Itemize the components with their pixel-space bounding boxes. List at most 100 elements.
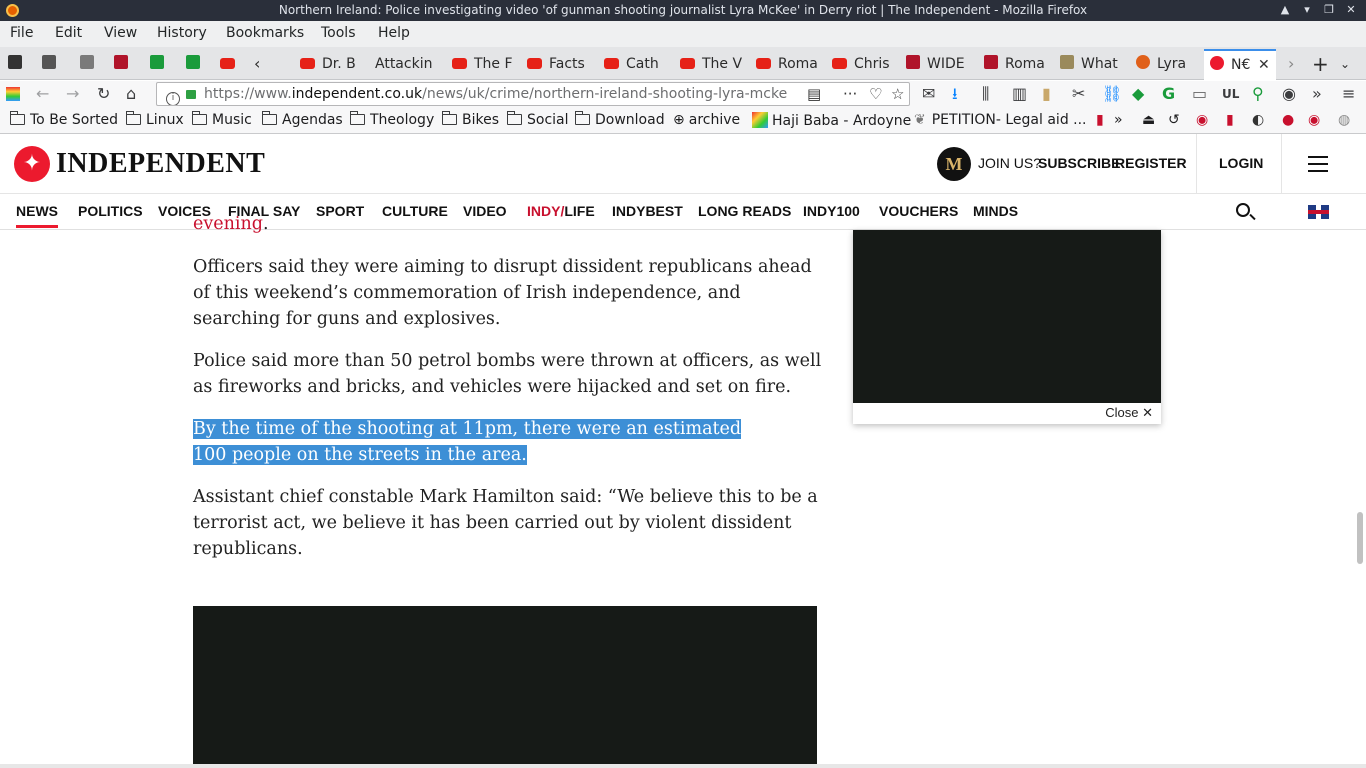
site-logo[interactable]: INDEPENDENT: [56, 148, 265, 180]
minimize-button[interactable]: ▾: [1298, 2, 1316, 18]
downloads-icon[interactable]: ⭳: [952, 85, 958, 103]
tab-item[interactable]: Roma: [984, 50, 1056, 78]
bookmark-folder[interactable]: Bikes: [441, 111, 499, 128]
tab-item[interactable]: Chris: [832, 50, 904, 78]
pinned-tab-3[interactable]: [150, 50, 170, 78]
extension-icon[interactable]: ◉: [1196, 112, 1208, 128]
bookmark-folder[interactable]: Download: [574, 111, 665, 128]
page-actions-icon[interactable]: ···: [843, 83, 857, 105]
bookmark-folder[interactable]: Linux: [125, 111, 184, 128]
menu-view[interactable]: View: [104, 25, 137, 41]
menu-file[interactable]: File: [10, 25, 33, 41]
pinned-tab-youtube[interactable]: [220, 50, 240, 78]
uk-flag-icon[interactable]: [1308, 205, 1329, 219]
menu-help[interactable]: Help: [378, 25, 410, 41]
extension-icon[interactable]: ◆: [1132, 85, 1144, 103]
nav-vouchers[interactable]: VOUCHERS: [879, 203, 958, 219]
link-icon[interactable]: ⛓: [1102, 85, 1122, 103]
tab-scroll-right[interactable]: ›: [1288, 50, 1300, 78]
menu-tools[interactable]: Tools: [321, 25, 356, 41]
history-icon[interactable]: ↺: [1168, 112, 1180, 128]
notification-icon[interactable]: ◍: [1338, 112, 1350, 128]
tab-item[interactable]: WIDE: [906, 50, 978, 78]
search-extension-icon[interactable]: ⚲: [1252, 85, 1264, 103]
extension-icon[interactable]: ▭: [1192, 85, 1207, 103]
reload-icon[interactable]: ↻: [97, 85, 110, 103]
menu-bookmarks[interactable]: Bookmarks: [226, 25, 304, 41]
url-bar[interactable]: i https://www.independent.co.uk/news/uk/c…: [156, 82, 910, 106]
keep-above-icon[interactable]: ▲: [1276, 2, 1294, 18]
tab-item[interactable]: Lyra: [1136, 50, 1202, 78]
extension-icon[interactable]: ◉: [1282, 85, 1296, 103]
back-button[interactable]: ←: [36, 85, 49, 103]
pinned-tab-1[interactable]: [80, 50, 100, 78]
extension-icon[interactable]: [6, 87, 20, 101]
menu-history[interactable]: History: [157, 25, 207, 41]
join-us-link[interactable]: JOIN US?: [978, 155, 1041, 171]
independent-eagle-logo[interactable]: ✦: [14, 146, 50, 182]
tab-item[interactable]: Dr. B: [300, 50, 372, 78]
membership-badge[interactable]: M: [937, 147, 971, 181]
notification-icon[interactable]: ●: [1282, 112, 1294, 128]
bookmark-link[interactable]: ❦ PETITION- Legal aid ...: [914, 112, 1087, 128]
maximize-button[interactable]: ❐: [1320, 2, 1338, 18]
nav-news[interactable]: NEWS: [16, 203, 58, 228]
forward-button[interactable]: →: [66, 85, 79, 103]
article-video-player[interactable]: [193, 606, 817, 768]
extension-icon[interactable]: ▮: [1042, 85, 1051, 103]
pocket-icon[interactable]: ♡: [869, 83, 882, 105]
hamburger-menu-icon[interactable]: ≡: [1342, 85, 1355, 103]
tab-item[interactable]: Attackin: [375, 50, 447, 78]
extension-icon[interactable]: ▮: [1226, 112, 1234, 128]
extension-icon[interactable]: ✂: [1072, 85, 1085, 103]
tab-item[interactable]: What: [1060, 50, 1132, 78]
pinned-tab-4[interactable]: [186, 50, 206, 78]
close-window-button[interactable]: ✕: [1342, 2, 1360, 18]
notification-icon[interactable]: ◉: [1308, 112, 1320, 128]
home-icon[interactable]: ⌂: [126, 85, 136, 103]
article-link[interactable]: evening: [193, 214, 263, 234]
extension-icon[interactable]: ◐: [1252, 112, 1264, 128]
pinned-tab-mail[interactable]: [42, 50, 62, 78]
site-info-icon[interactable]: i: [166, 92, 180, 105]
pinned-tab-2[interactable]: [114, 50, 134, 78]
tab-item[interactable]: Facts: [527, 50, 599, 78]
grammar-icon[interactable]: G: [1162, 85, 1175, 103]
tab-item[interactable]: The V: [680, 50, 752, 78]
bookmark-link[interactable]: ▮: [1096, 112, 1104, 128]
scrollbar-thumb[interactable]: [1357, 512, 1363, 564]
bookmark-link[interactable]: ⊕ archive: [673, 112, 740, 128]
tab-scroll-left[interactable]: ‹: [254, 50, 268, 78]
page-scrollbar[interactable]: [1353, 230, 1366, 768]
tab-list-icon[interactable]: ⌄: [1340, 50, 1354, 78]
extension-icon[interactable]: UL: [1222, 85, 1239, 103]
reader-view-icon[interactable]: ▤: [807, 83, 821, 105]
sidebar-icon[interactable]: ▥: [1012, 85, 1027, 103]
tab-item[interactable]: Roma: [756, 50, 828, 78]
nav-politics[interactable]: POLITICS: [78, 203, 143, 219]
bookmark-folder[interactable]: Agendas: [261, 111, 343, 128]
tab-item[interactable]: Cath: [604, 50, 676, 78]
new-tab-button[interactable]: +: [1312, 50, 1328, 78]
menu-icon[interactable]: [1308, 156, 1328, 172]
close-tab-icon[interactable]: ✕: [1258, 51, 1270, 79]
tab-item-active[interactable]: N€ ✕: [1204, 49, 1276, 80]
register-link[interactable]: REGISTER: [1115, 155, 1187, 171]
bookmark-folder[interactable]: Social: [506, 111, 569, 128]
bookmark-star-icon[interactable]: ☆: [891, 83, 904, 105]
mail-icon[interactable]: ✉: [922, 85, 935, 103]
bookmark-folder[interactable]: To Be Sorted: [9, 111, 118, 128]
subscribe-link[interactable]: SUBSCRIBE: [1038, 155, 1120, 171]
search-icon[interactable]: [1236, 203, 1250, 217]
extension-icon[interactable]: ⏏: [1142, 112, 1155, 128]
menu-edit[interactable]: Edit: [55, 25, 82, 41]
bookmark-folder[interactable]: Theology: [349, 111, 434, 128]
bookmark-folder[interactable]: Music: [191, 111, 252, 128]
bookmark-link[interactable]: Haji Baba - Ardoyne: [752, 112, 911, 129]
tab-item[interactable]: The F: [452, 50, 524, 78]
video-screen[interactable]: [853, 230, 1161, 403]
pinned-tab-lock[interactable]: [8, 50, 28, 78]
nav-minds[interactable]: MINDS: [973, 203, 1018, 219]
overflow-icon[interactable]: »: [1312, 85, 1322, 103]
library-icon[interactable]: ⫼: [982, 85, 989, 103]
